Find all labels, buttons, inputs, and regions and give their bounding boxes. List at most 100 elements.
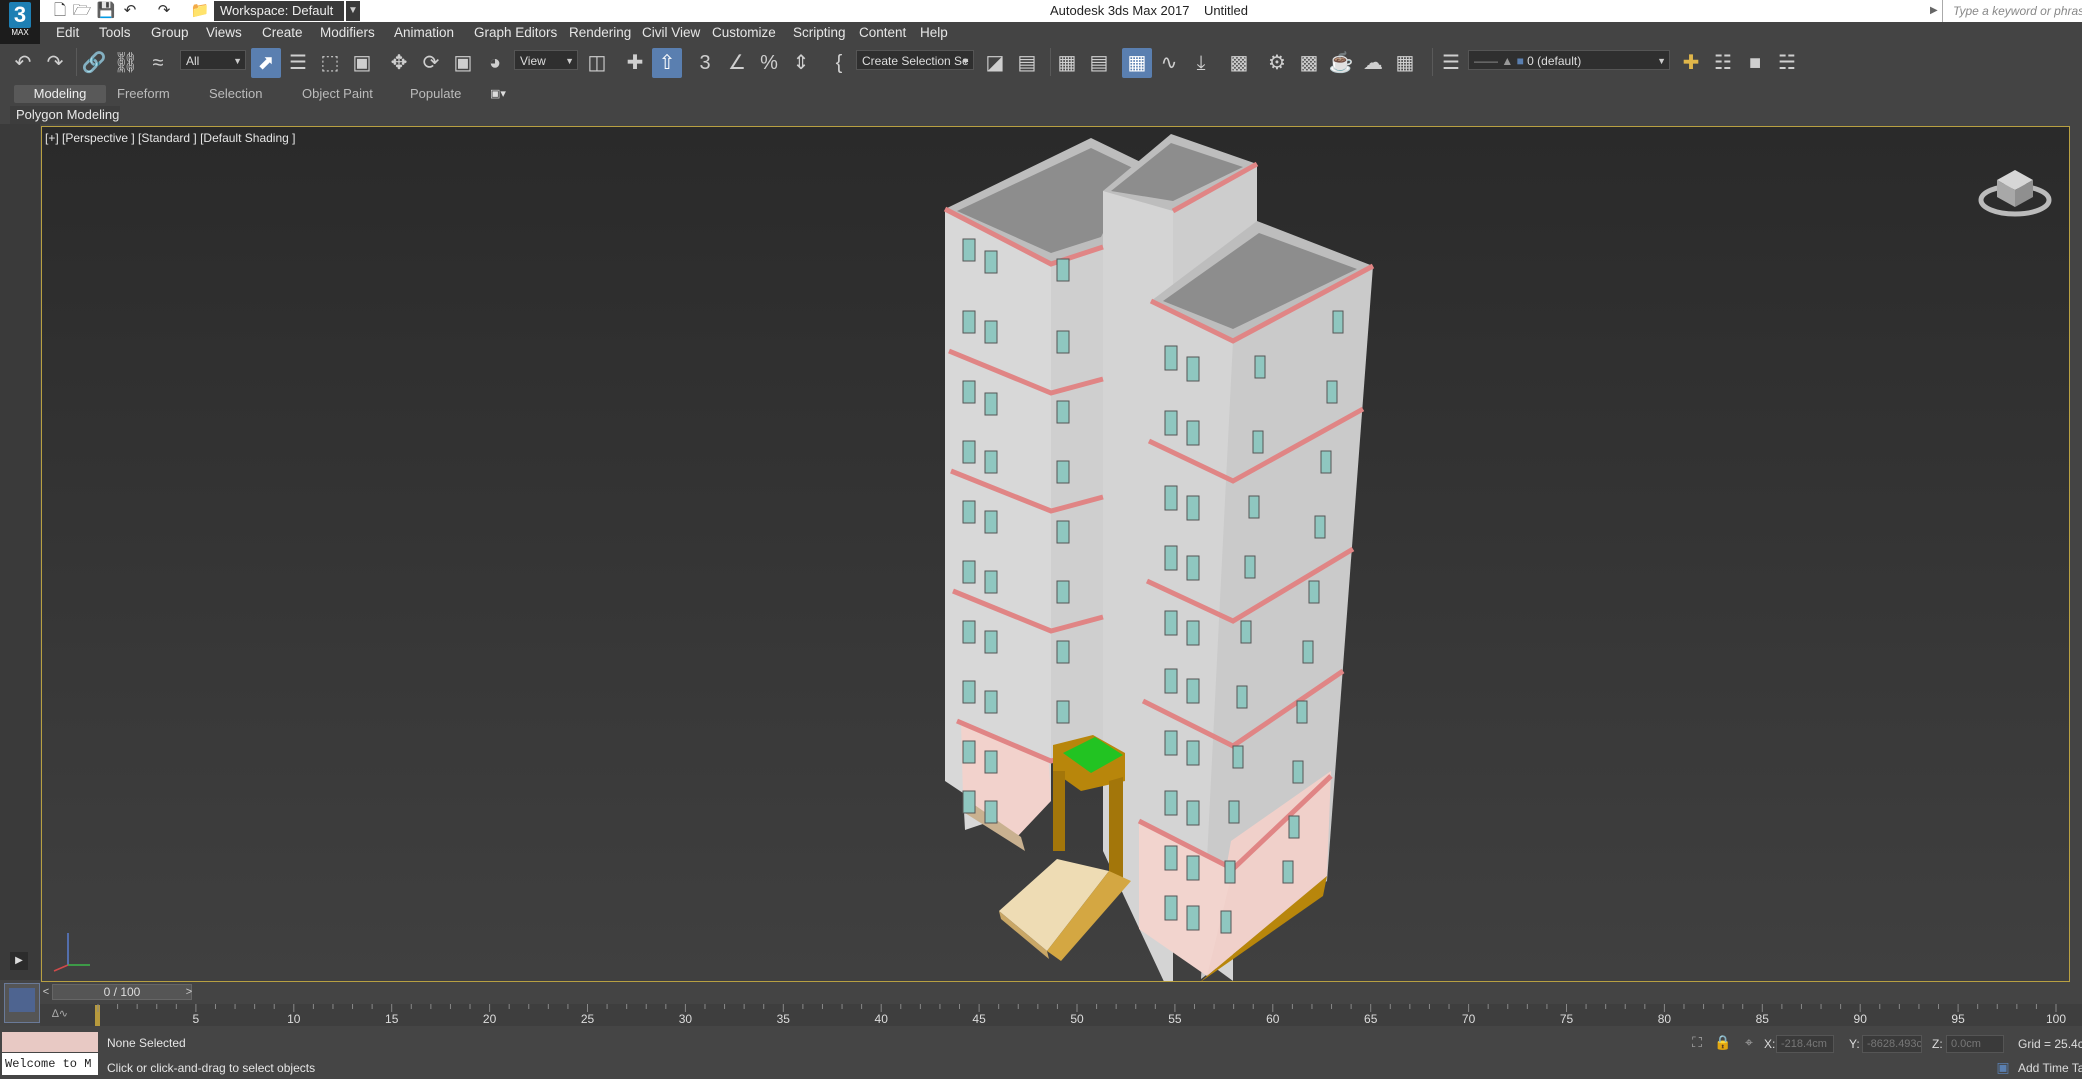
undo-quick-icon[interactable]: ↶	[120, 1, 140, 21]
spinner-snap-icon[interactable]: ⇕	[786, 48, 816, 78]
pivot-center-icon[interactable]: ◫	[582, 48, 612, 78]
app-menu-button[interactable]: 3 MAX	[0, 0, 40, 44]
mirror-icon[interactable]: ◪	[980, 48, 1010, 78]
menu-tools[interactable]: Tools	[99, 22, 131, 44]
absolute-mode-icon[interactable]: ⌖	[1740, 1033, 1758, 1051]
maxscript-mini-listener[interactable]: Welcome to M	[2, 1053, 98, 1075]
window-crossing-icon[interactable]: ▣	[347, 48, 377, 78]
viewport-label[interactable]: [+] [Perspective ] [Standard ] [Default …	[45, 131, 295, 145]
rendered-frame-icon[interactable]: ▩	[1294, 48, 1324, 78]
render-setup-icon[interactable]: ⚙	[1262, 48, 1292, 78]
place-icon[interactable]: ◕	[480, 48, 510, 78]
angle-snap-icon[interactable]: ∠	[722, 48, 752, 78]
percent-snap-icon[interactable]: %	[754, 48, 784, 78]
link-icon[interactable]: 🔗	[79, 48, 109, 78]
create-layer-icon[interactable]: ✚	[1676, 48, 1706, 78]
time-tag-icon[interactable]: ▣	[1994, 1058, 2012, 1076]
menu-views[interactable]: Views	[206, 22, 242, 44]
bind-space-warp-icon[interactable]: ≈	[143, 48, 173, 78]
curve-editor-icon[interactable]: ∿	[1154, 48, 1184, 78]
tab-modeling[interactable]: Modeling	[14, 85, 106, 103]
frame-tick-label: 25	[581, 1012, 595, 1026]
menu-customize[interactable]: Customize	[712, 22, 776, 44]
frame-tick-label: 75	[1560, 1012, 1574, 1026]
unlink-icon[interactable]: ⛓	[111, 48, 141, 78]
perspective-viewport[interactable]	[41, 126, 2070, 982]
maxscript-listener-swatch[interactable]	[2, 1032, 98, 1052]
menu-civil-view[interactable]: Civil View	[642, 22, 700, 44]
redo-quick-icon[interactable]: ↷	[154, 1, 174, 21]
menu-help[interactable]: Help	[920, 22, 948, 44]
material-editor-icon[interactable]: ▩	[1224, 48, 1254, 78]
menu-create[interactable]: Create	[262, 22, 303, 44]
workspace-selector[interactable]: Workspace: Default	[214, 1, 344, 21]
previous-frame-icon[interactable]: <	[40, 984, 52, 1000]
save-file-icon[interactable]: 💾	[96, 1, 116, 21]
tab-object-paint[interactable]: Object Paint	[302, 85, 373, 103]
chevron-down-icon[interactable]: ▼	[346, 1, 360, 21]
frame-tick-label: 35	[777, 1012, 791, 1026]
reference-coordinate-dropdown[interactable]: View ▼	[514, 50, 578, 70]
viewcube-icon[interactable]	[1975, 155, 2055, 225]
a360-gallery-icon[interactable]: ▦	[1390, 48, 1420, 78]
menu-content[interactable]: Content	[859, 22, 906, 44]
layer-explorer-icon[interactable]: ▦	[1052, 48, 1082, 78]
render-cloud-icon[interactable]: ☁	[1358, 48, 1388, 78]
lock-selection-icon[interactable]: 🔒	[1714, 1033, 1732, 1051]
render-production-icon[interactable]: ☕	[1326, 48, 1356, 78]
rectangular-selection-icon[interactable]: ⬚	[315, 48, 345, 78]
edit-named-selection-icon[interactable]: {	[824, 48, 854, 78]
select-manipulate-icon[interactable]: ✚	[620, 48, 650, 78]
scale-icon[interactable]: ▣	[448, 48, 478, 78]
menu-group[interactable]: Group	[151, 22, 189, 44]
mini-curve-editor-icon[interactable]: ∆∿	[52, 1006, 72, 1022]
toggle-ribbon-icon[interactable]: ▤	[1084, 48, 1114, 78]
add-to-layer-icon[interactable]: ☷	[1708, 48, 1738, 78]
project-folder-icon[interactable]: 📁	[190, 1, 210, 21]
select-by-name-icon[interactable]: ☰	[283, 48, 313, 78]
time-slider[interactable]: 0 / 100	[52, 984, 192, 1000]
menu-modifiers[interactable]: Modifiers	[320, 22, 375, 44]
move-icon[interactable]: ✥	[384, 48, 414, 78]
rotate-icon[interactable]: ⟳	[416, 48, 446, 78]
ribbon-options-icon[interactable]: ▣▾	[490, 85, 506, 103]
next-frame-icon[interactable]: >	[182, 984, 196, 1000]
y-coordinate-field[interactable]: -8628.493c	[1862, 1035, 1922, 1053]
menu-animation[interactable]: Animation	[394, 22, 454, 44]
new-file-icon[interactable]: 🗋	[50, 1, 70, 21]
search-input[interactable]: Type a keyword or phrase	[1942, 0, 2082, 22]
menu-graph-editors[interactable]: Graph Editors	[474, 22, 557, 44]
tab-freeform[interactable]: Freeform	[117, 85, 170, 103]
time-slider-bar	[0, 982, 2082, 1004]
tab-populate[interactable]: Populate	[410, 85, 461, 103]
keyboard-shortcut-override-icon[interactable]: ⇧	[652, 48, 682, 78]
polygon-modeling-panel[interactable]: Polygon Modeling	[10, 106, 120, 124]
menu-edit[interactable]: Edit	[56, 22, 79, 44]
layer-dropdown[interactable]: —— ▲ ■ 0 (default) ▼	[1468, 50, 1670, 70]
undo-icon[interactable]: ↶	[8, 48, 38, 78]
snaps-toggle-icon[interactable]: 3	[690, 48, 720, 78]
manage-layers-icon[interactable]: ☰	[1436, 48, 1466, 78]
z-coordinate-field[interactable]: 0.0cm	[1946, 1035, 2004, 1053]
chevron-right-icon[interactable]: ▶	[1930, 0, 1942, 22]
scene-explorer-icon[interactable]: ▦	[1122, 48, 1152, 78]
menu-rendering[interactable]: Rendering	[569, 22, 631, 44]
chevron-down-icon: ▼	[565, 56, 574, 66]
redo-icon[interactable]: ↷	[40, 48, 70, 78]
layer-stack-icon[interactable]: ☵	[1772, 48, 1802, 78]
x-coordinate-field[interactable]: -218.4cm	[1776, 1035, 1834, 1053]
selection-filter-dropdown[interactable]: All ▼	[180, 50, 246, 70]
tab-selection[interactable]: Selection	[209, 85, 262, 103]
select-object-icon[interactable]: ⬈	[251, 48, 281, 78]
schematic-view-icon[interactable]: ⤓	[1186, 48, 1216, 78]
named-selection-set-dropdown[interactable]: Create Selection Se ▼	[856, 50, 974, 70]
app-logo: 3	[9, 2, 31, 28]
select-in-layer-icon[interactable]: ■	[1740, 48, 1770, 78]
app-title: Autodesk 3ds Max 2017	[1050, 3, 1190, 18]
align-icon[interactable]: ▤	[1012, 48, 1042, 78]
add-time-tag[interactable]: Add Time Tag	[2018, 1061, 2082, 1075]
isolate-selection-icon[interactable]: ⛶	[1688, 1033, 1706, 1051]
play-icon[interactable]: ▶	[10, 952, 28, 970]
menu-scripting[interactable]: Scripting	[793, 22, 846, 44]
open-file-icon[interactable]: 🗁	[72, 1, 92, 21]
